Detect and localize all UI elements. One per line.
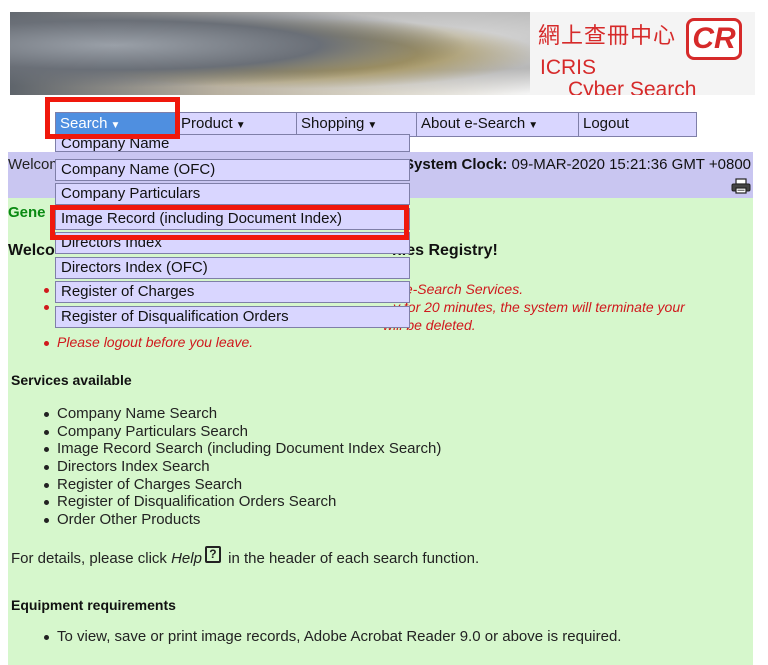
chevron-down-icon: ▼ — [367, 120, 378, 131]
system-clock: System Clock: 09-MAR-2020 15:21:36 GMT +… — [404, 156, 751, 173]
menu-product[interactable]: Product ▼ — [177, 113, 297, 136]
banner-image — [10, 12, 530, 95]
dropdown-item-directors-index-ofc[interactable]: Directors Index (OFC) — [55, 257, 410, 279]
menu-product-label: Product — [181, 115, 233, 132]
list-item: Directors Index Search — [44, 458, 441, 476]
notice-4: Please logout before you leave. — [57, 334, 254, 350]
list-item: Register of Charges Search — [44, 476, 441, 494]
list-item: Company Particulars Search — [44, 423, 441, 441]
menu-logout-label: Logout — [583, 115, 629, 132]
notice-bullet — [44, 288, 49, 293]
list-item: Image Record Search (including Document … — [44, 440, 441, 458]
help-suffix: in the header of each search function. — [223, 550, 480, 567]
welcome-user-text: Welcom — [8, 156, 62, 173]
general-heading: Gene — [8, 204, 46, 221]
dropdown-item-register-of-disqualification-orders[interactable]: Register of Disqualification Orders — [55, 306, 410, 328]
header-banner: 網上查冊中心 CR ICRIS Cyber Search Centre — [10, 12, 755, 95]
list-item: Register of Disqualification Orders Sear… — [44, 493, 441, 511]
printer-icon[interactable] — [731, 178, 751, 194]
menu-logout[interactable]: Logout — [579, 113, 696, 136]
help-word: Help — [171, 550, 202, 567]
dropdown-item-company-name-ofc[interactable]: Company Name (OFC) — [55, 159, 410, 181]
menu-shopping-label: Shopping — [301, 115, 365, 132]
chevron-down-icon: ▼ — [235, 120, 246, 131]
notice-2: y for 20 minutes, the system will termin… — [393, 299, 685, 315]
highlight-search-menu — [45, 97, 180, 139]
welcome-title-left: Welco — [8, 242, 55, 259]
services-list: Company Name Search Company Particulars … — [44, 405, 441, 529]
banner-subtitle: Cyber Search Centre — [568, 78, 697, 95]
list-item: Order Other Products — [44, 511, 441, 529]
notice-bullet — [44, 341, 49, 346]
clock-value: 09-MAR-2020 15:21:36 GMT +0800 — [511, 156, 751, 173]
help-icon[interactable]: ? — [204, 545, 221, 563]
dropdown-item-company-particulars[interactable]: Company Particulars — [55, 183, 410, 205]
services-heading: Services available — [11, 372, 132, 388]
dropdown-item-register-of-charges[interactable]: Register of Charges — [55, 281, 410, 303]
equipment-item: To view, save or print image records, Ad… — [44, 628, 621, 645]
cr-logo: CR — [686, 18, 742, 60]
highlight-image-record — [50, 205, 409, 240]
help-instruction: For details, please click Help? in the h… — [11, 545, 480, 568]
banner-chinese-title: 網上查冊中心 — [538, 24, 677, 49]
list-item: Company Name Search — [44, 405, 441, 423]
equipment-heading: Equipment requirements — [11, 597, 176, 613]
menu-shopping[interactable]: Shopping ▼ — [297, 113, 417, 136]
clock-label: System Clock: — [404, 156, 508, 173]
welcome-title: Welco nies Registry! — [8, 242, 498, 260]
menu-about-e-search[interactable]: About e-Search ▼ — [417, 113, 579, 136]
help-prefix: For details, please click — [11, 550, 172, 567]
notice-bullet — [44, 305, 49, 310]
menu-about-label: About e-Search — [421, 115, 526, 132]
chevron-down-icon: ▼ — [528, 120, 539, 131]
banner-icris: ICRIS — [540, 56, 597, 79]
